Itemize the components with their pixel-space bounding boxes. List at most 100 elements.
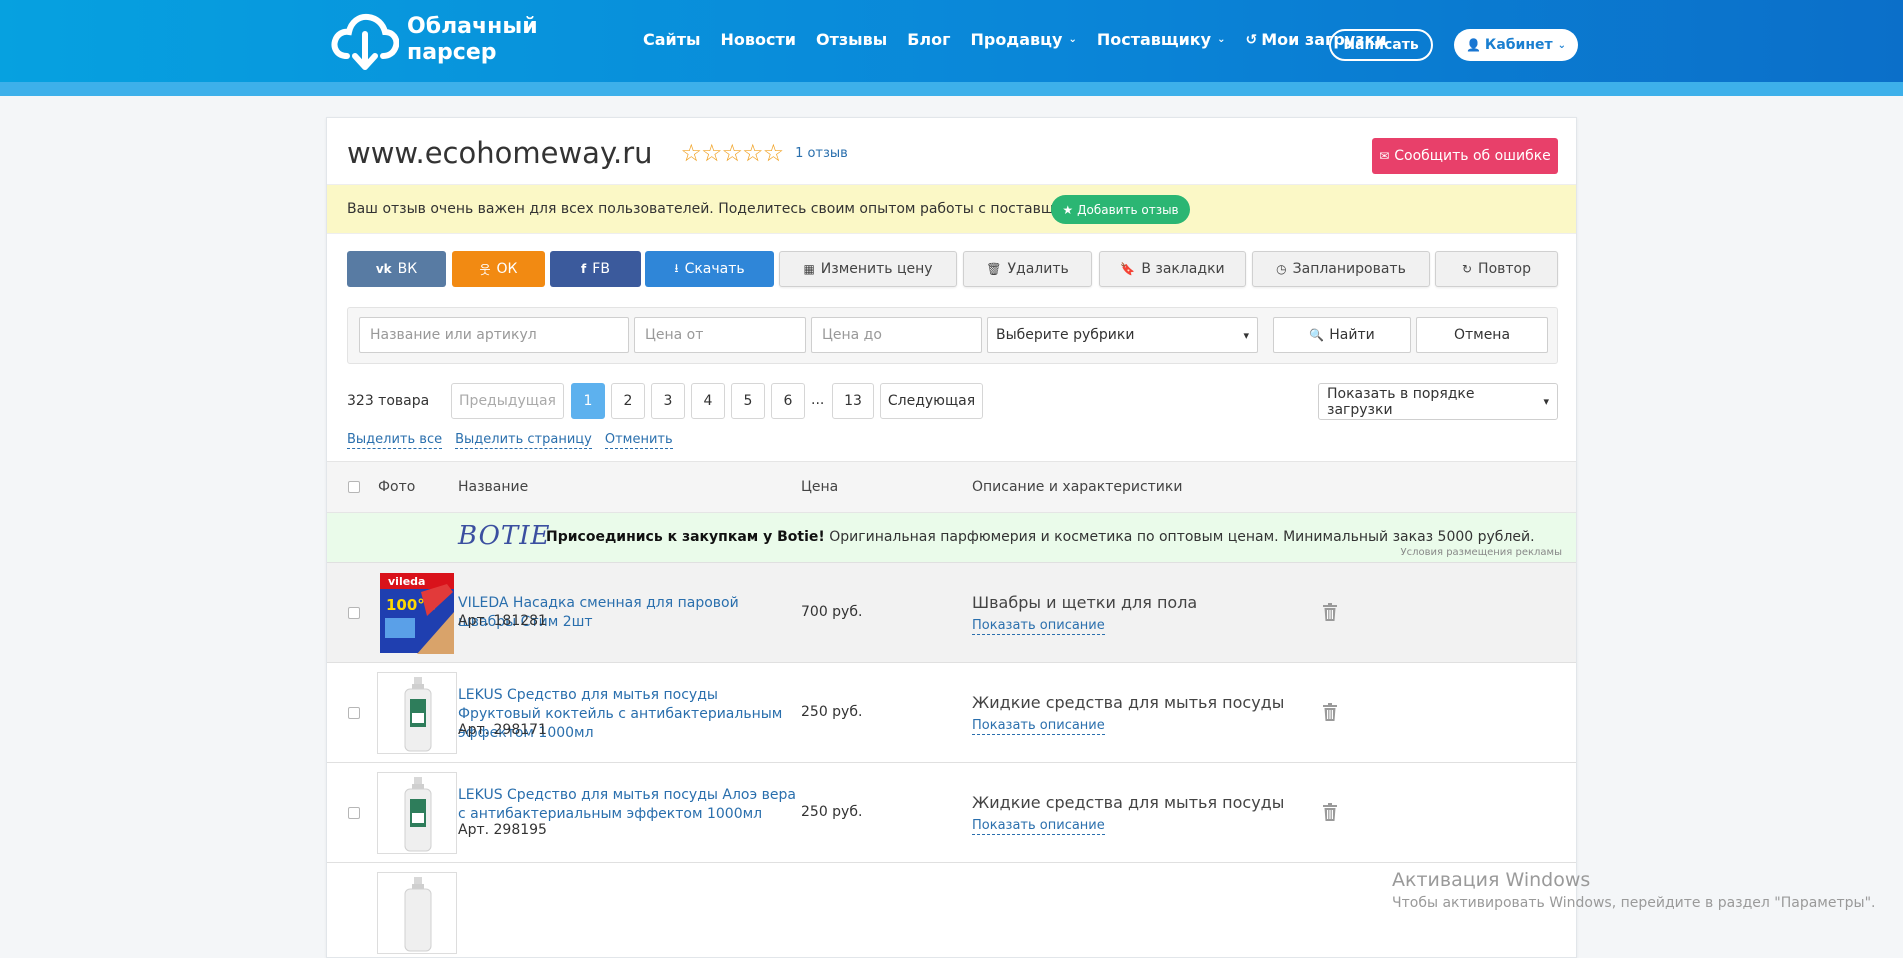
page-number: 1 bbox=[583, 393, 593, 409]
lekus-bottle-image bbox=[404, 677, 432, 752]
schedule-button[interactable]: ◷ Запланировать bbox=[1252, 251, 1430, 287]
page-13[interactable]: 13 bbox=[832, 383, 874, 419]
column-photo: Фото bbox=[378, 479, 416, 495]
cabinet-button[interactable]: 👤 Кабинет ⌄ bbox=[1454, 29, 1578, 61]
row-checkbox[interactable] bbox=[348, 707, 360, 719]
download-button[interactable]: ⭳ Скачать bbox=[645, 251, 774, 287]
logo-line1: Облачный bbox=[407, 14, 538, 39]
title-row: www.ecohomeway.ru ☆☆☆☆☆ 1 отзыв bbox=[347, 136, 848, 170]
logo[interactable]: Облачный парсер bbox=[331, 8, 538, 72]
cancel-filter-button[interactable]: Отмена bbox=[1416, 317, 1548, 353]
envelope-icon: ✉ bbox=[1379, 149, 1390, 163]
select-all-link[interactable]: Выделить все bbox=[347, 432, 443, 449]
trash-icon[interactable] bbox=[1323, 603, 1337, 621]
share-fb-label: FB bbox=[592, 261, 610, 277]
product-photo[interactable] bbox=[377, 772, 457, 854]
product-name-link[interactable]: LEKUS Средство для мытья посуды Алоэ вер… bbox=[458, 786, 798, 824]
svg-text:vileda: vileda bbox=[388, 575, 425, 588]
show-description-link[interactable]: Показать описание bbox=[972, 618, 1105, 635]
chevron-down-icon: ▾ bbox=[1243, 328, 1249, 342]
download-icon: ⭳ bbox=[674, 260, 679, 275]
trash-icon[interactable] bbox=[1323, 703, 1337, 721]
nav-news[interactable]: Новости bbox=[721, 30, 796, 49]
show-description-link[interactable]: Показать описание bbox=[972, 818, 1105, 835]
report-error-button[interactable]: ✉ Сообщить об ошибке bbox=[1372, 138, 1558, 174]
reviews-count-link[interactable]: 1 отзыв bbox=[795, 146, 848, 161]
repeat-button[interactable]: ↻ Повтор bbox=[1435, 251, 1558, 287]
change-price-button[interactable]: ▦ Изменить цену bbox=[779, 251, 957, 287]
ok-icon: 웃 bbox=[479, 262, 491, 277]
write-button-label: Написать bbox=[1343, 37, 1419, 53]
prev-page-label: Предыдущая bbox=[459, 393, 556, 409]
nav-seller[interactable]: Продавцу ⌄ bbox=[970, 30, 1076, 49]
product-photo[interactable] bbox=[377, 872, 457, 954]
product-article: Арт. 298195 bbox=[458, 822, 547, 838]
product-category: Жидкие средства для мытья посуды bbox=[972, 693, 1285, 712]
page-4[interactable]: 4 bbox=[691, 383, 725, 419]
rating-stars-icon[interactable]: ☆☆☆☆☆ bbox=[681, 139, 785, 167]
next-page-label: Следующая bbox=[887, 393, 976, 409]
ad-terms-link[interactable]: Условия размещения рекламы bbox=[1401, 547, 1562, 558]
lekus-bottle-image bbox=[404, 777, 432, 852]
chevron-down-icon: ⌄ bbox=[1557, 39, 1567, 51]
product-article: Арт. 181281 bbox=[458, 613, 547, 629]
lekus-bottle-image bbox=[404, 877, 432, 952]
action-toolbar: vk ВК 웃 ОК f FB ⭳ Скачать ▦ Изменить цен… bbox=[347, 251, 1558, 287]
sort-select[interactable]: Показать в порядке загрузки ▾ bbox=[1318, 383, 1558, 420]
nav-sites[interactable]: Сайты bbox=[643, 30, 701, 49]
page-3[interactable]: 3 bbox=[651, 383, 685, 419]
share-fb-button[interactable]: f FB bbox=[550, 251, 641, 287]
name-or-article-input[interactable]: Название или артикул bbox=[359, 317, 629, 353]
page-5[interactable]: 5 bbox=[731, 383, 765, 419]
header-stripe bbox=[0, 82, 1903, 96]
row-checkbox[interactable] bbox=[348, 807, 360, 819]
report-error-label: Сообщить об ошибке bbox=[1394, 148, 1551, 164]
page-2[interactable]: 2 bbox=[611, 383, 645, 419]
price-to-input[interactable]: Цена до bbox=[811, 317, 982, 353]
prev-page-button[interactable]: Предыдущая bbox=[451, 383, 564, 419]
nav-reviews[interactable]: Отзывы bbox=[816, 30, 887, 49]
share-ok-button[interactable]: 웃 ОК bbox=[452, 251, 545, 287]
table-row: vileda 100°C VILEDA Насадка сменная для … bbox=[327, 563, 1576, 663]
nav-sites-label: Сайты bbox=[643, 30, 701, 49]
select-page-link[interactable]: Выделить страницу bbox=[455, 432, 592, 449]
calculator-icon: ▦ bbox=[803, 262, 815, 276]
bookmarks-label: В закладки bbox=[1141, 261, 1225, 277]
search-label: Найти bbox=[1329, 327, 1375, 343]
next-page-button[interactable]: Следующая bbox=[880, 383, 983, 419]
search-icon: 🔍 bbox=[1309, 328, 1325, 342]
page-6[interactable]: 6 bbox=[771, 383, 805, 419]
product-photo[interactable] bbox=[377, 672, 457, 754]
add-review-button[interactable]: ★ Добавить отзыв bbox=[1051, 195, 1190, 224]
product-category: Швабры и щетки для пола bbox=[972, 593, 1198, 612]
page-number: 3 bbox=[663, 393, 673, 409]
vileda-pack-image: vileda 100°C bbox=[380, 573, 454, 654]
write-button[interactable]: Написать bbox=[1329, 29, 1433, 61]
nav-reviews-label: Отзывы bbox=[815, 30, 888, 49]
share-vk-button[interactable]: vk ВК bbox=[347, 251, 446, 287]
row-checkbox[interactable] bbox=[348, 607, 360, 619]
trash-icon[interactable] bbox=[1323, 803, 1337, 821]
delete-button[interactable]: 🗑 Удалить bbox=[963, 251, 1092, 287]
search-button[interactable]: 🔍 Найти bbox=[1273, 317, 1411, 353]
ad-bold-text: Присоединись к закупкам у Botie! bbox=[546, 529, 825, 545]
column-name: Название bbox=[458, 479, 529, 495]
select-all-checkbox[interactable] bbox=[348, 481, 360, 493]
price-from-placeholder: Цена от bbox=[645, 327, 704, 343]
star-icon: ★ bbox=[1062, 202, 1074, 217]
cancel-selection-link[interactable]: Отменить bbox=[604, 432, 673, 449]
show-description-link[interactable]: Показать описание bbox=[972, 718, 1105, 735]
price-from-input[interactable]: Цена от bbox=[634, 317, 806, 353]
nav-blog[interactable]: Блог bbox=[907, 30, 950, 49]
product-photo[interactable]: vileda 100°C bbox=[377, 572, 457, 654]
page-1[interactable]: 1 bbox=[571, 383, 605, 419]
user-icon: 👤 bbox=[1465, 38, 1481, 52]
category-select[interactable]: Выберите рубрики ▾ bbox=[987, 317, 1258, 353]
advertisement-row[interactable]: BOTIE Присоединись к закупкам у Botie! О… bbox=[327, 513, 1576, 563]
nav-supplier[interactable]: Поставщику ⌄ bbox=[1097, 30, 1226, 49]
products-count: 323 товара bbox=[347, 393, 430, 409]
bookmarks-button[interactable]: 🔖 В закладки bbox=[1099, 251, 1246, 287]
table-row bbox=[327, 863, 1576, 957]
main-nav: Сайты Новости Отзывы Блог Продавцу ⌄ Пост… bbox=[643, 30, 1407, 49]
table-header: Фото Название Цена Описание и характерис… bbox=[327, 461, 1576, 513]
